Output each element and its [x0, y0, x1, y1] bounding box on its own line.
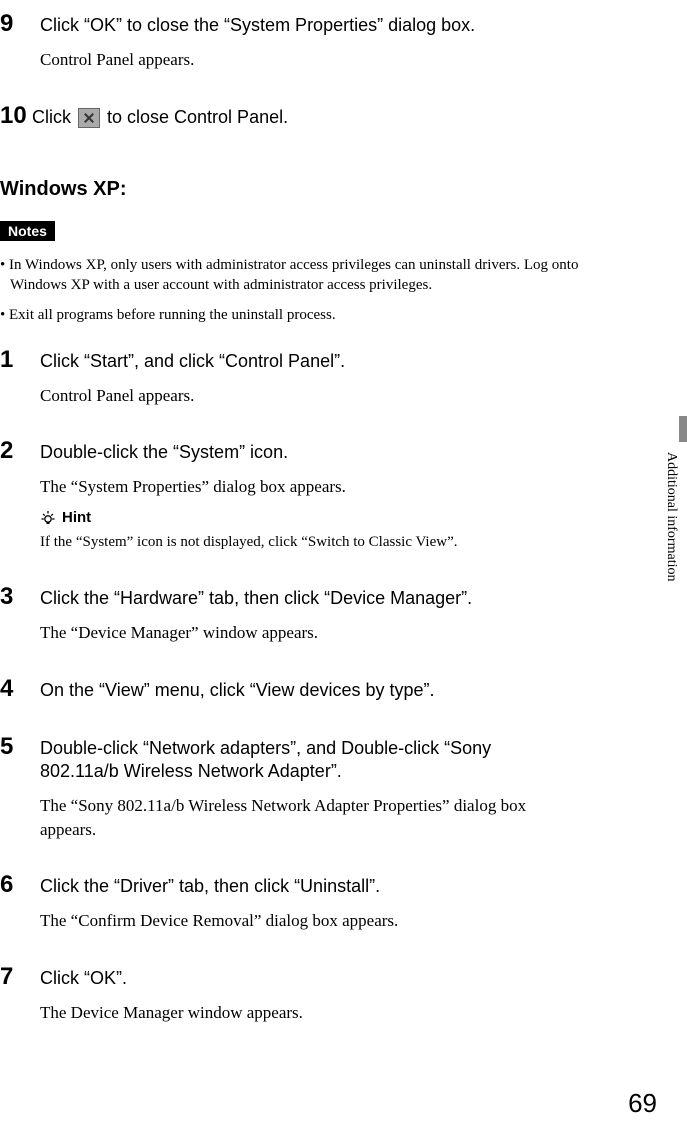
step-4: 4 On the “View” menu, click “View device… [0, 675, 617, 703]
step-number-4: 4 [0, 675, 40, 703]
step-3-result: The “Device Manager” window appears. [40, 621, 617, 645]
step-5-instruction: Double-click “Network adapters”, and Dou… [40, 737, 570, 784]
side-tab: Additional information [663, 428, 687, 628]
step-number-6: 6 [0, 871, 40, 899]
note-1: • In Windows XP, only users with adminis… [0, 255, 617, 296]
step-5: 5 Double-click “Network adapters”, and D… [0, 733, 617, 841]
lightbulb-icon [40, 510, 56, 526]
step-6-instruction: Click the “Driver” tab, then click “Unin… [40, 875, 380, 898]
hint-label: Hint [40, 509, 617, 526]
step-9: 9 Click “OK” to close the “System Proper… [0, 10, 617, 72]
step-10-text-before: Click [32, 107, 76, 127]
step-2-result: The “System Properties” dialog box appea… [40, 475, 617, 499]
step-6: 6 Click the “Driver” tab, then click “Un… [0, 871, 617, 933]
step-number-2: 2 [0, 437, 40, 465]
step-1-instruction: Click “Start”, and click “Control Panel”… [40, 350, 345, 373]
page-number: 69 [628, 1088, 657, 1119]
section-heading-windows-xp: Windows XP: [0, 178, 617, 201]
step-2: 2 Double-click the “System” icon. The “S… [0, 437, 617, 553]
notes-label: Notes [0, 221, 55, 241]
side-tab-label: Additional information [663, 428, 681, 581]
step-7-result: The Device Manager window appears. [40, 1001, 617, 1025]
step-9-result: Control Panel appears. [40, 48, 617, 72]
step-number-7: 7 [0, 963, 40, 991]
step-10: 10 Click to close Control Panel. [0, 102, 617, 130]
step-1-result: Control Panel appears. [40, 384, 617, 408]
step-number-10: 10 [0, 102, 32, 130]
page-content: 9 Click “OK” to close the “System Proper… [0, 0, 657, 1025]
step-3: 3 Click the “Hardware” tab, then click “… [0, 583, 617, 645]
step-number-5: 5 [0, 733, 40, 761]
step-3-instruction: Click the “Hardware” tab, then click “De… [40, 587, 472, 610]
step-4-instruction: On the “View” menu, click “View devices … [40, 679, 435, 702]
side-tab-marker [679, 416, 687, 442]
hint-text: If the “System” icon is not displayed, c… [40, 532, 617, 553]
step-number-1: 1 [0, 346, 40, 374]
step-2-instruction: Double-click the “System” icon. [40, 441, 288, 464]
note-2: • Exit all programs before running the u… [0, 305, 617, 325]
step-5-result: The “Sony 802.11a/b Wireless Network Ada… [40, 794, 580, 842]
step-7: 7 Click “OK”. The Device Manager window … [0, 963, 617, 1025]
step-6-result: The “Confirm Device Removal” dialog box … [40, 909, 617, 933]
hint-label-text: Hint [62, 509, 91, 526]
step-7-instruction: Click “OK”. [40, 967, 127, 990]
hint-block: Hint If the “System” icon is not display… [40, 509, 617, 553]
step-number-3: 3 [0, 583, 40, 611]
step-number-9: 9 [0, 10, 40, 38]
close-window-icon [78, 108, 100, 128]
step-10-text-after: to close Control Panel. [102, 107, 288, 127]
step-1: 1 Click “Start”, and click “Control Pane… [0, 346, 617, 408]
step-9-instruction: Click “OK” to close the “System Properti… [40, 14, 475, 37]
notes-block: Notes • In Windows XP, only users with a… [0, 221, 617, 326]
step-10-instruction: Click to close Control Panel. [32, 106, 288, 129]
